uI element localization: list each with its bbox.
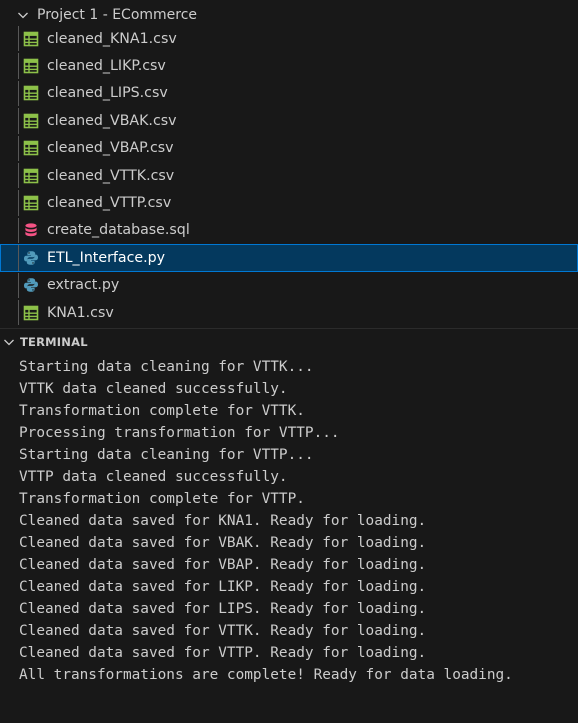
file-tree: cleaned_KNA1.csv cleaned_LIKP.csv cleaned_…	[0, 25, 578, 326]
terminal-line: Cleaned data saved for VBAK. Ready for l…	[19, 535, 427, 551]
indent-guide	[18, 272, 19, 298]
file-tree-item[interactable]: create_database.sql	[0, 217, 578, 244]
database-icon	[23, 222, 39, 238]
terminal-line: Cleaned data saved for VTTK. Ready for l…	[19, 623, 427, 639]
indent-guide	[18, 217, 19, 244]
indent-guide	[18, 245, 19, 271]
chevron-down-icon[interactable]	[16, 8, 30, 22]
csv-icon	[23, 195, 39, 211]
terminal-line: All transformations are complete! Ready …	[19, 667, 513, 683]
terminal-line: Cleaned data saved for LIPS. Ready for l…	[19, 601, 427, 617]
indent-guide	[18, 26, 19, 52]
file-tree-item[interactable]: cleaned_VTTK.csv	[0, 162, 578, 189]
file-tree-item[interactable]: cleaned_KNA1.csv	[0, 25, 578, 52]
terminal-line: Transformation complete for VTTK.	[19, 403, 305, 419]
file-name: cleaned_VBAP.csv	[47, 140, 174, 157]
indent-guide	[18, 135, 19, 161]
indent-guide	[18, 190, 19, 216]
csv-icon	[23, 31, 39, 47]
terminal-panel-header[interactable]: TERMINAL	[0, 331, 578, 353]
terminal-title: TERMINAL	[20, 335, 88, 349]
file-name: cleaned_LIPS.csv	[47, 85, 168, 102]
file-tree-item[interactable]: extract.py	[0, 272, 578, 299]
python-icon	[23, 250, 39, 266]
chevron-down-icon[interactable]	[2, 335, 16, 349]
file-tree-item[interactable]: ETL_Interface.py	[0, 244, 578, 272]
indent-guide	[18, 299, 19, 326]
file-tree-item[interactable]: cleaned_VTTP.csv	[0, 189, 578, 216]
csv-icon	[23, 140, 39, 156]
file-name: cleaned_KNA1.csv	[47, 30, 177, 47]
indent-guide	[18, 108, 19, 134]
terminal-line: Cleaned data saved for VTTP. Ready for l…	[19, 645, 427, 661]
file-name: cleaned_VBAK.csv	[47, 112, 177, 129]
file-name: extract.py	[47, 277, 120, 294]
csv-icon	[23, 85, 39, 101]
csv-icon	[23, 168, 39, 184]
panel-divider	[0, 328, 578, 329]
indent-guide	[18, 53, 19, 79]
vscode-window: Project 1 - ECommerce cleaned_KNA1.csv cl…	[0, 0, 578, 723]
terminal-line: Cleaned data saved for LIKP. Ready for l…	[19, 579, 427, 595]
file-tree-item[interactable]: KNA1.csv	[0, 299, 578, 326]
terminal-line: Transformation complete for VTTP.	[19, 491, 305, 507]
csv-icon	[23, 305, 39, 321]
file-name: cleaned_VTTP.csv	[47, 195, 172, 212]
terminal-line: Starting data cleaning for VTTK...	[19, 359, 314, 375]
terminal-line: VTTK data cleaned successfully.	[19, 381, 288, 397]
indent-guide	[18, 162, 19, 189]
file-tree-item[interactable]: cleaned_LIPS.csv	[0, 80, 578, 107]
project-title: Project 1 - ECommerce	[37, 7, 198, 23]
csv-icon	[23, 58, 39, 74]
terminal-line: Cleaned data saved for KNA1. Ready for l…	[19, 513, 427, 529]
terminal-line: VTTP data cleaned successfully.	[19, 469, 288, 485]
file-name: KNA1.csv	[47, 304, 114, 321]
indent-guide	[18, 80, 19, 107]
terminal-line: Processing transformation for VTTP...	[19, 425, 340, 441]
file-name: cleaned_VTTK.csv	[47, 167, 175, 184]
csv-icon	[23, 113, 39, 129]
file-tree-item[interactable]: cleaned_VBAP.csv	[0, 135, 578, 162]
file-tree-item[interactable]: cleaned_VBAK.csv	[0, 107, 578, 134]
file-name: ETL_Interface.py	[47, 249, 166, 266]
file-name: create_database.sql	[47, 222, 190, 239]
python-icon	[23, 277, 39, 293]
terminal-line: Cleaned data saved for VBAP. Ready for l…	[19, 557, 427, 573]
terminal-line: Starting data cleaning for VTTP...	[19, 447, 314, 463]
file-name: cleaned_LIKP.csv	[47, 58, 166, 75]
file-tree-item[interactable]: cleaned_LIKP.csv	[0, 52, 578, 79]
terminal-output[interactable]: Starting data cleaning for VTTK... VTTK d…	[19, 356, 575, 686]
